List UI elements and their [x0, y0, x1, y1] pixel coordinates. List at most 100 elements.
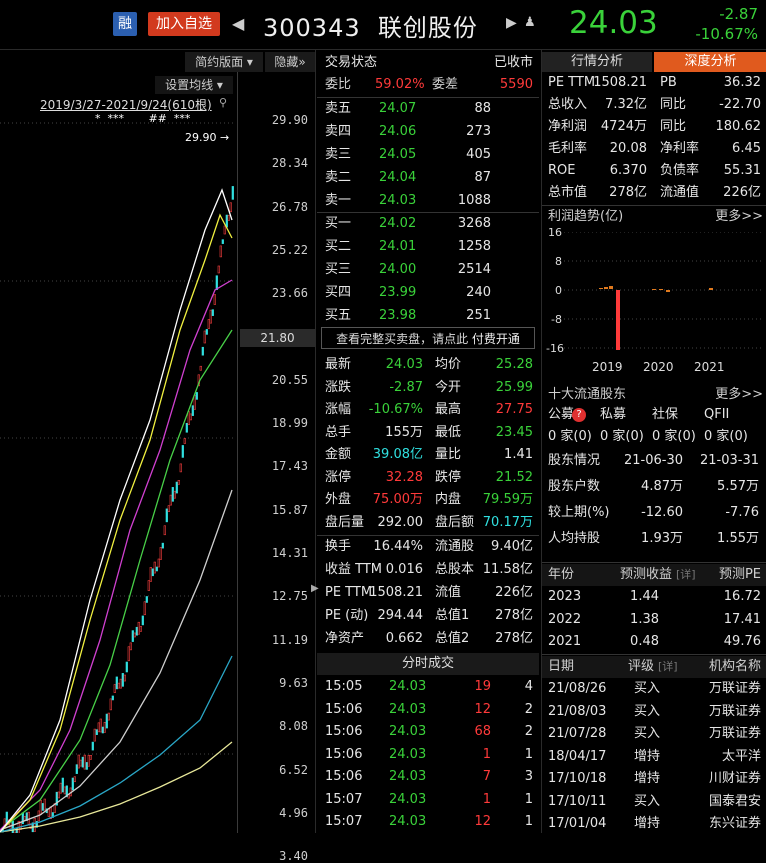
tab-deep-analysis[interactable]: 深度分析 — [654, 52, 766, 72]
holder-type-label: QFII — [704, 407, 730, 422]
rating-date-header: 日期 — [548, 659, 575, 674]
stock-code: 300343 — [263, 14, 361, 42]
trade-status-label: 交易状态 — [325, 55, 378, 70]
profit-more-link[interactable]: 更多>> — [715, 206, 763, 228]
ask-price: 24.06 — [379, 124, 417, 139]
quote-stat-row: 盘后量 292.00 盘后额 70.17万 — [317, 512, 539, 534]
price-tick: 15.87 — [271, 502, 308, 517]
forecast-detail-link[interactable]: [详] — [676, 564, 696, 586]
fund-value: -22.70 — [719, 97, 761, 112]
profit-bar — [652, 289, 656, 290]
full-orderbook-link[interactable]: 查看完整买卖盘，请点此 付费开通 — [321, 327, 535, 349]
alert-bell-icon[interactable]: ♟ — [524, 15, 536, 30]
candle — [207, 319, 210, 329]
rating-date: 21/07/28 — [548, 726, 607, 741]
tab-market-analysis[interactable]: 行情分析 — [542, 52, 652, 72]
rating-grade: 增持 — [634, 748, 661, 764]
candle — [153, 561, 156, 574]
holder-count-value: 0 家(0) — [600, 429, 644, 444]
holder-stat-label: 较上期(%) — [548, 505, 610, 520]
forecast-pe: 49.76 — [723, 634, 761, 649]
holder-stat-row: 股东户数 4.87万 5.57万 — [542, 476, 766, 498]
candle — [81, 756, 84, 768]
rating-org: 万联证券 — [708, 703, 761, 719]
ask-label: 卖三 — [325, 147, 352, 162]
chart-range-label[interactable]: 2019/3/27-2021/9/24(610根) — [40, 96, 212, 113]
candle — [147, 580, 150, 591]
candle — [163, 525, 166, 536]
candle — [109, 698, 112, 711]
next-stock-icon[interactable]: ▶ — [506, 15, 517, 31]
stat-label: 收益 TTM — [325, 562, 383, 577]
bid-label: 买二 — [325, 239, 352, 254]
candle — [149, 567, 152, 582]
bid-level-row: 买四 23.99 240 — [317, 282, 539, 304]
rating-row: 17/10/11 买入 国泰君安 — [542, 791, 766, 813]
paid-upgrade-link[interactable]: 付费开通 — [472, 332, 520, 346]
margin-trading-badge[interactable]: 融 — [113, 12, 137, 36]
candle — [155, 566, 158, 572]
price-tick: 17.43 — [271, 459, 308, 474]
bid-level-row: 买二 24.01 1258 — [317, 236, 539, 258]
rating-grade: 增持 — [634, 816, 661, 831]
candle — [33, 818, 36, 832]
stat-label: 总值2 — [435, 631, 470, 646]
candle — [195, 392, 198, 400]
stat-label: 最高 — [435, 402, 462, 417]
wb-label: 委比 — [325, 77, 352, 92]
stat-label: 换手 — [325, 539, 352, 554]
profit-bar — [616, 290, 620, 350]
candle — [183, 438, 186, 444]
profit-axis-tick: 0 — [555, 284, 562, 297]
candle — [135, 626, 138, 636]
question-icon[interactable]: ? — [572, 408, 586, 422]
stock-title: 300343 联创股份 — [263, 8, 478, 43]
stat-value: -10.67% — [368, 402, 423, 417]
stat-label: PE TTM — [325, 585, 373, 600]
fund-label: 同比 — [660, 97, 687, 112]
simple-layout-label: 简约版面 — [195, 55, 244, 69]
trade-status-row: 交易状态 已收市 — [317, 52, 539, 74]
fund-value: 226亿 — [723, 185, 761, 200]
rating-org: 东兴证券 — [708, 816, 761, 831]
quote-stat-row: 最新 24.03 均价 25.28 — [317, 354, 539, 376]
candle — [217, 265, 220, 274]
holder-type-label: 社保 — [652, 407, 679, 422]
tick-trades-title[interactable]: 分时成交 — [317, 653, 539, 675]
candle — [161, 542, 164, 549]
holders-more-link[interactable]: 更多>> — [715, 384, 763, 406]
stat-label: 外盘 — [325, 492, 352, 507]
trade-time: 15:07 — [325, 814, 363, 829]
profit-bar — [709, 288, 713, 290]
add-to-watchlist-button[interactable]: 加入自选 — [148, 12, 220, 36]
ma-settings-dropdown[interactable]: 设置均线 ▾ — [155, 76, 233, 94]
candle — [63, 786, 66, 795]
ma-setting-label: 设置均线 — [165, 78, 214, 92]
stat-value: 79.59万 — [482, 492, 533, 507]
pin-icon[interactable]: ⚲ — [219, 96, 227, 109]
holders-header: 十大流通股东 更多>> — [542, 384, 766, 406]
ask-volume: 405 — [466, 147, 491, 162]
simple-layout-button[interactable]: 简约版面 ▾ — [185, 52, 263, 72]
forecast-year: 2022 — [548, 611, 582, 627]
prev-stock-icon[interactable]: ◀ — [232, 14, 244, 33]
holder-count-value: 0 家(0) — [704, 429, 748, 444]
hide-panel-button[interactable]: 隐藏» — [265, 52, 315, 72]
fundamental-row: ROE 6.370 负债率 55.31 — [542, 160, 766, 182]
holder-count-value: 0 家(0) — [548, 429, 592, 444]
profit-trend-chart: 16 8 0 -8 -16 2019 2020 2021 — [542, 226, 766, 378]
candle — [75, 764, 78, 774]
profit-axis-tick: 8 — [555, 255, 562, 268]
bid-volume: 2514 — [457, 262, 491, 277]
stat-value: 226亿 — [495, 585, 533, 600]
stat-label: 最低 — [435, 424, 462, 440]
forecast-year: 2021 — [548, 634, 582, 649]
candle — [83, 754, 86, 770]
ask-price: 24.05 — [379, 147, 417, 162]
header-bar: 融 加入自选 ◀ 300343 联创股份 ▶ ♟ 24.03 -2.87 -10.… — [0, 0, 766, 50]
price-tick: 29.90 — [271, 113, 308, 127]
trade-volume: 1 — [482, 791, 491, 807]
rating-detail-link[interactable]: [详] — [658, 656, 678, 678]
candle — [87, 754, 90, 767]
expand-arrow-icon[interactable]: ▶ — [311, 583, 319, 594]
